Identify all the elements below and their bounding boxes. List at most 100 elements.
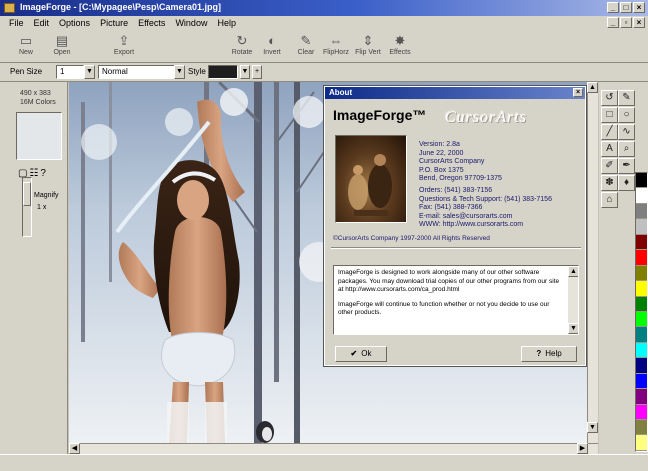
pen-size-dropdown-icon[interactable]: ▼ (84, 65, 95, 79)
palette-color-swatch[interactable] (636, 435, 647, 451)
effects-label: Effects (389, 49, 411, 56)
line-icon[interactable]: ╱ (601, 124, 618, 140)
palette-color-swatch[interactable] (636, 358, 647, 374)
about-ok-label: Ok (361, 349, 372, 358)
brush-icon[interactable]: ✐ (601, 158, 618, 174)
color-palette[interactable] (635, 172, 648, 452)
about-textbox-scrollbar[interactable]: ▲ ▼ (568, 266, 578, 334)
zoom-icon[interactable]: ⌕ (618, 141, 635, 157)
scroll-left-button[interactable]: ◀ (69, 443, 80, 454)
flip-vertical-button[interactable]: ⇕ Flip Vert (352, 32, 384, 61)
about-painting-image (335, 135, 407, 223)
menu-help[interactable]: Help (212, 18, 241, 28)
spray-icon[interactable]: ✽ (601, 175, 618, 191)
lasso-icon[interactable]: ↺ (601, 90, 618, 106)
about-email[interactable]: E-mail: sales@cursorarts.com (419, 213, 552, 222)
menu-picture[interactable]: Picture (95, 18, 133, 28)
palette-color-swatch[interactable] (636, 342, 647, 359)
horizontal-scrollbar[interactable]: ◀ ▶ (69, 443, 598, 454)
curve-icon[interactable]: ∿ (618, 124, 635, 140)
about-description-paragraph-1: ImageForge is designed to work alongside… (338, 269, 560, 293)
palette-color-swatch[interactable] (636, 265, 647, 282)
rotate-button[interactable]: ↻ Rotate (226, 32, 258, 61)
about-description-textbox[interactable]: ImageForge is designed to work alongside… (333, 265, 579, 335)
help-icon[interactable]: ? (40, 168, 46, 179)
text-tool-icon[interactable]: A (601, 141, 618, 157)
about-copyright: ©CursorArts Company 1997-2000 All Rights… (333, 235, 490, 242)
palette-color-swatch[interactable] (636, 173, 647, 189)
ellipse-icon[interactable]: ○ (618, 107, 635, 123)
fill-icon[interactable]: ♦ (618, 175, 635, 191)
export-button[interactable]: ⇪ Export (108, 32, 140, 61)
about-company: CursorArts Company (419, 158, 485, 166)
scroll-right-button[interactable]: ▶ (577, 443, 588, 454)
invert-icon: ◐ (268, 33, 276, 48)
pencil-icon[interactable]: ✎ (618, 90, 635, 106)
palette-color-swatch[interactable] (636, 250, 647, 266)
about-dialog-title: About (329, 88, 353, 97)
color-picker-button[interactable]: + (252, 65, 262, 79)
clear-button[interactable]: ✎ Clear (290, 32, 322, 61)
palette-color-swatch[interactable] (636, 219, 647, 235)
document-minimize-button[interactable]: _ (607, 17, 619, 28)
about-scroll-down-button[interactable]: ▼ (568, 323, 578, 334)
menu-edit[interactable]: Edit (29, 18, 55, 28)
menu-window[interactable]: Window (170, 18, 212, 28)
eyedropper-icon[interactable]: ✒ (618, 158, 635, 174)
effects-button[interactable]: ✸ Effects (384, 32, 416, 61)
flip-horizontal-button[interactable]: ⇔ FlipHorz (320, 32, 352, 61)
palette-color-swatch[interactable] (636, 373, 647, 390)
open-button[interactable]: ▤ Open (46, 32, 78, 61)
palette-color-swatch[interactable] (636, 296, 647, 312)
invert-button[interactable]: ◐ Invert (256, 32, 288, 61)
thumbnail-preview[interactable] (16, 112, 62, 160)
minimize-button[interactable]: _ (607, 2, 619, 13)
about-version: Version: 2.8a (419, 141, 460, 148)
about-website[interactable]: WWW: http://www.cursorarts.com (419, 221, 552, 230)
maximize-button[interactable]: □ (620, 2, 632, 13)
close-button[interactable]: × (633, 2, 645, 13)
about-close-button[interactable]: × (573, 88, 583, 97)
pen-color-swatch[interactable] (208, 65, 238, 79)
pen-style-select[interactable]: Normal (98, 65, 176, 79)
about-scroll-up-button[interactable]: ▲ (568, 266, 578, 277)
toolbar: ▭ New ▤ Open ⇪ Export ↻ Rotate ◐ Invert … (0, 30, 648, 63)
palette-color-swatch[interactable] (636, 234, 647, 251)
flip-vertical-icon: ⇕ (362, 33, 374, 48)
magnify-slider-knob[interactable] (23, 182, 31, 206)
scroll-down-button[interactable]: ▼ (587, 422, 598, 433)
pen-style-dropdown-icon[interactable]: ▼ (174, 65, 185, 79)
color-picker-dropdown-icon[interactable]: ▼ (240, 65, 250, 79)
magnify-slider[interactable] (22, 177, 32, 237)
about-help-button[interactable]: ? Help (521, 346, 577, 362)
palette-color-swatch[interactable] (636, 188, 647, 204)
palette-color-swatch[interactable] (636, 203, 647, 220)
export-label: Export (113, 49, 135, 56)
palette-color-swatch[interactable] (636, 311, 647, 328)
menu-options[interactable]: Options (54, 18, 95, 28)
about-po-box: P.O. Box 1375 (419, 166, 464, 174)
vertical-scrollbar[interactable]: ▲ ▼ (587, 82, 598, 443)
menu-file[interactable]: File (4, 18, 29, 28)
export-icon: ⇪ (118, 33, 130, 48)
palette-color-swatch[interactable] (636, 281, 647, 297)
palette-color-swatch[interactable] (636, 389, 647, 405)
document-close-button[interactable]: × (633, 17, 645, 28)
penguin-figurine (256, 421, 274, 443)
question-mark-icon: ? (536, 349, 542, 358)
pen-size-label: Pen Size (10, 67, 43, 76)
stamp-icon[interactable]: ⌂ (601, 192, 618, 208)
style-label: Style (188, 67, 206, 76)
palette-color-swatch[interactable] (636, 327, 647, 343)
about-app-name: ImageForge™ (333, 107, 427, 123)
about-ok-button[interactable]: ✔ Ok (335, 346, 387, 362)
menu-effects[interactable]: Effects (133, 18, 170, 28)
document-restore-button[interactable]: ▫ (620, 17, 632, 28)
pen-size-select[interactable]: 1 (56, 65, 84, 79)
new-button[interactable]: ▭ New (10, 32, 42, 61)
scroll-up-button[interactable]: ▲ (587, 82, 598, 93)
palette-color-swatch[interactable] (636, 420, 647, 436)
rectangle-icon[interactable]: □ (601, 107, 618, 123)
effects-icon: ✸ (394, 33, 406, 48)
palette-color-swatch[interactable] (636, 404, 647, 420)
